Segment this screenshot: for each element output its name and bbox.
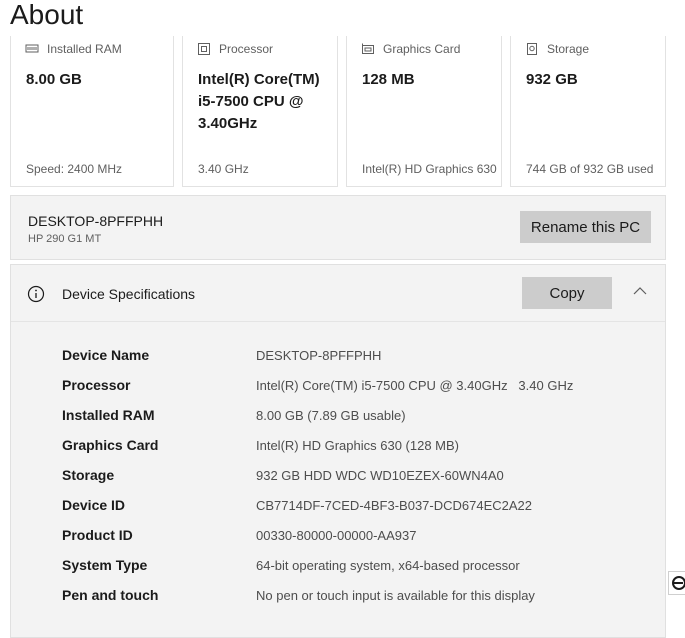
card-value: 8.00 GB	[26, 71, 82, 88]
spec-label: Device Name	[62, 347, 150, 363]
spec-label: Pen and touch	[62, 587, 159, 603]
card-graphics: Graphics Card 128 MB Intel(R) HD Graphic…	[346, 36, 502, 187]
card-header: Installed RAM	[25, 42, 122, 56]
spec-row-installed-ram: Installed RAM 8.00 GB (7.89 GB usable)	[11, 401, 665, 431]
card-detail: 744 GB of 932 GB used	[526, 162, 654, 176]
pc-name: DESKTOP-8PFFPHH	[28, 213, 164, 229]
pc-model: HP 290 G1 MT	[28, 233, 102, 245]
storage-icon	[527, 43, 537, 55]
ram-icon	[25, 44, 39, 53]
card-label: Processor	[219, 42, 274, 56]
spec-row-device-name: Device Name DESKTOP-8PFFPHH	[11, 341, 665, 371]
spec-label: Storage	[62, 467, 115, 483]
spec-row-system-type: System Type 64-bit operating system, x64…	[11, 551, 665, 581]
card-label: Graphics Card	[383, 42, 461, 56]
card-label: Storage	[547, 42, 590, 56]
device-specifications-panel: Device Specifications Copy Device Name D…	[10, 264, 666, 638]
spec-value: 64-bit operating system, x64-based proce…	[256, 558, 520, 573]
page-title: About	[10, 0, 84, 30]
spec-value: 8.00 GB (7.89 GB usable)	[256, 408, 406, 423]
card-header: Storage	[525, 42, 589, 56]
spec-label: Graphics Card	[62, 437, 159, 453]
chevron-up-icon[interactable]	[632, 285, 648, 297]
card-header: Processor	[197, 42, 273, 56]
card-detail: 3.40 GHz	[198, 162, 249, 176]
spec-value: 00330-80000-00000-AA937	[256, 528, 417, 543]
rename-pc-button[interactable]: Rename this PC	[520, 211, 651, 243]
card-installed-ram: Installed RAM 8.00 GB Speed: 2400 MHz	[10, 36, 174, 187]
spec-row-pen-and-touch: Pen and touch No pen or touch input is a…	[11, 581, 665, 611]
edge-widget-glyph	[672, 576, 685, 590]
spec-label: Product ID	[62, 527, 133, 543]
device-specifications-header[interactable]: Device Specifications Copy	[11, 265, 665, 322]
card-value: Intel(R) Core(TM) i5-7500 CPU @ 3.40GHz	[198, 71, 320, 132]
spec-value: Intel(R) HD Graphics 630 (128 MB)	[256, 438, 460, 453]
spec-value: No pen or touch input is available for t…	[256, 588, 535, 603]
card-detail: Speed: 2400 MHz	[26, 162, 123, 176]
card-detail: Intel(R) HD Graphics 630	[362, 162, 497, 176]
spec-label: Installed RAM	[62, 407, 155, 423]
spec-row-device-id: Device ID CB7714DF-7CED-4BF3-B037-DCD674…	[11, 491, 665, 521]
spec-value: CB7714DF-7CED-4BF3-B037-DCD674EC2A22	[256, 498, 533, 513]
spec-row-product-id: Product ID 00330-80000-00000-AA937	[11, 521, 665, 551]
spec-label: Processor	[62, 377, 131, 393]
spec-label: Device ID	[62, 497, 126, 513]
spec-row-processor: Processor Intel(R) Core(TM) i5-7500 CPU …	[11, 371, 665, 401]
info-icon	[27, 285, 45, 303]
graphics-card-icon	[362, 43, 374, 54]
spec-value: Intel(R) Core(TM) i5-7500 CPU @ 3.40GHz …	[256, 378, 574, 393]
copy-button[interactable]: Copy	[522, 277, 612, 309]
spec-value: 932 GB HDD WDC WD10EZEX-60WN4A0	[256, 468, 504, 483]
card-storage: Storage 932 GB 744 GB of 932 GB used	[510, 36, 666, 187]
spec-row-storage: Storage 932 GB HDD WDC WD10EZEX-60WN4A0	[11, 461, 665, 491]
section-title: Device Specifications	[62, 286, 196, 302]
card-value: 932 GB	[526, 71, 578, 88]
spec-list: Device Name DESKTOP-8PFFPHH Processor In…	[11, 341, 665, 611]
floating-widget-icon[interactable]	[668, 571, 685, 595]
card-value: 128 MB	[362, 71, 415, 88]
processor-icon	[198, 43, 210, 55]
card-header: Graphics Card	[361, 42, 460, 56]
pc-name-panel: DESKTOP-8PFFPHH HP 290 G1 MT Rename this…	[10, 195, 666, 260]
hardware-summary-cards: Installed RAM 8.00 GB Speed: 2400 MHz Pr…	[10, 36, 666, 188]
spec-label: System Type	[62, 557, 148, 573]
card-label: Installed RAM	[47, 42, 122, 56]
card-processor: Processor Intel(R) Core(TM) i5-7500 CPU …	[182, 36, 338, 187]
spec-value: DESKTOP-8PFFPHH	[256, 348, 382, 363]
spec-row-graphics-card: Graphics Card Intel(R) HD Graphics 630 (…	[11, 431, 665, 461]
